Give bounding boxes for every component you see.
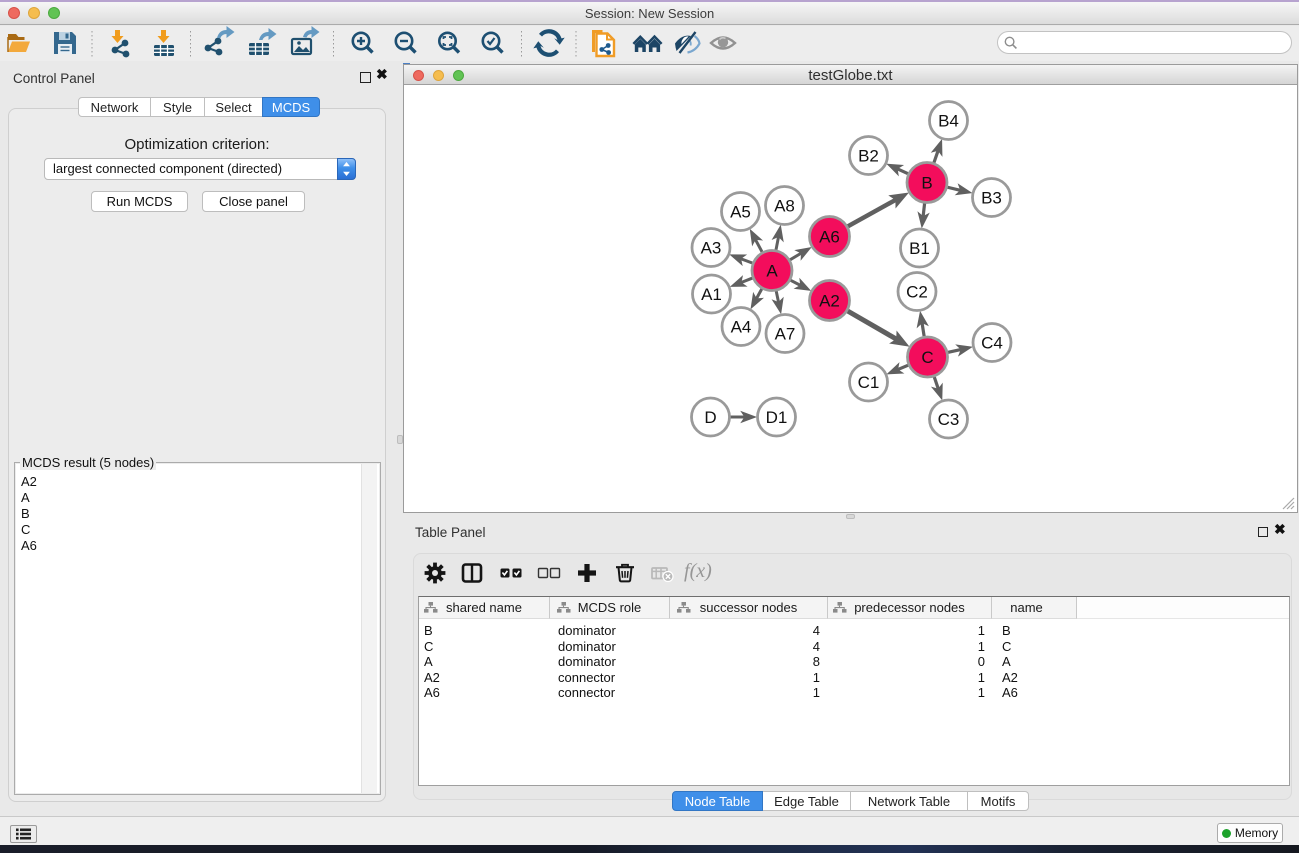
svg-text:B1: B1 bbox=[909, 239, 930, 258]
svg-text:D1: D1 bbox=[766, 408, 788, 427]
svg-text:A1: A1 bbox=[701, 285, 722, 304]
svg-text:C: C bbox=[921, 348, 933, 367]
svg-text:B2: B2 bbox=[858, 147, 879, 166]
svg-text:D: D bbox=[704, 408, 716, 427]
svg-text:C2: C2 bbox=[906, 283, 928, 302]
svg-text:B: B bbox=[921, 174, 932, 193]
svg-text:A3: A3 bbox=[701, 239, 722, 258]
svg-text:C3: C3 bbox=[938, 410, 960, 429]
svg-text:A: A bbox=[766, 262, 778, 281]
svg-text:A5: A5 bbox=[730, 203, 751, 222]
svg-text:A8: A8 bbox=[774, 197, 795, 216]
svg-text:B3: B3 bbox=[981, 189, 1002, 208]
svg-text:C4: C4 bbox=[981, 334, 1003, 353]
svg-text:A7: A7 bbox=[775, 325, 796, 344]
svg-text:A4: A4 bbox=[731, 318, 752, 337]
svg-text:C1: C1 bbox=[858, 373, 880, 392]
svg-text:A6: A6 bbox=[819, 228, 840, 247]
svg-text:A2: A2 bbox=[819, 292, 840, 311]
svg-text:B4: B4 bbox=[938, 112, 959, 131]
